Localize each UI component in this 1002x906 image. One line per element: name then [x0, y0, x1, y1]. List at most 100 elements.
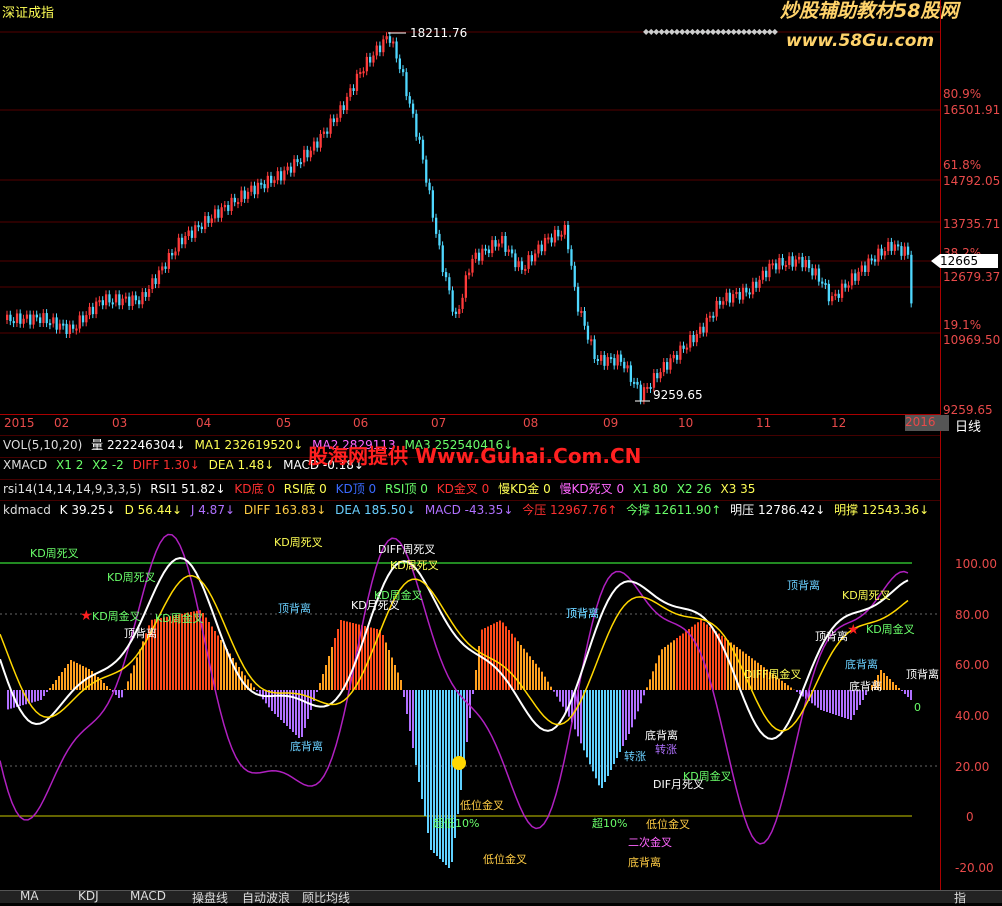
rsi-name: rsi14(14,14,14,9,3,3,5): [3, 482, 141, 496]
macd-bar: [397, 673, 399, 691]
candle-body: [890, 242, 892, 251]
macd-bar: [406, 690, 408, 714]
macd-bar: [619, 690, 621, 752]
tab-guppy-ma[interactable]: 顾比均线: [296, 889, 356, 906]
macd-bar: [373, 628, 375, 690]
candle-body: [775, 263, 777, 269]
ind-axis-label: 0: [966, 810, 974, 824]
candle-body: [148, 289, 150, 297]
candle-body: [389, 36, 391, 43]
tab-ma[interactable]: MA: [14, 889, 45, 903]
candle-body: [758, 280, 760, 288]
candle-body: [32, 315, 34, 325]
macd-bar: [316, 690, 318, 692]
candle-body: [108, 294, 110, 302]
macd-bar: [823, 690, 825, 711]
candlestick-chart[interactable]: [0, 0, 1002, 414]
macd-bar: [901, 690, 903, 691]
date-selected-year[interactable]: 2016: [905, 415, 949, 431]
macd-bar: [535, 664, 537, 690]
macd-bar: [379, 630, 381, 690]
macd-bar: [796, 690, 798, 692]
macd-bar: [526, 653, 528, 691]
macd-bar: [832, 690, 834, 714]
candle-body: [290, 167, 292, 173]
candle-body: [607, 357, 609, 366]
macd-bar: [628, 690, 630, 734]
signal-label: 顶背离: [787, 577, 820, 593]
tab-auto-wave[interactable]: 自动波浪: [236, 889, 296, 906]
macd-bar: [466, 690, 468, 742]
tab-macd[interactable]: MACD: [124, 889, 172, 903]
candle-body: [633, 382, 635, 384]
macd-bar: [835, 690, 837, 715]
macd-bar: [385, 643, 387, 691]
candle-body: [702, 327, 704, 333]
macd-bar: [895, 685, 897, 690]
macd-bar: [343, 621, 345, 690]
macd-bar: [550, 687, 552, 690]
macd-bar: [667, 645, 669, 690]
macd-bar: [502, 623, 504, 691]
candle-body: [841, 284, 843, 298]
macd-bar: [403, 690, 405, 697]
candle-body: [838, 294, 840, 298]
candle-body: [531, 255, 533, 261]
signal-label: 超低10%: [433, 815, 479, 831]
macd-bar: [214, 631, 216, 690]
candle-body: [56, 317, 58, 329]
macd-bar: [547, 682, 549, 690]
macd-bar: [418, 690, 420, 782]
tab-index[interactable]: 指: [948, 889, 972, 906]
price-axis-label: 12679.37: [943, 270, 1000, 284]
candle-body: [699, 327, 701, 334]
candle-body: [844, 284, 846, 288]
candle-body: [343, 105, 345, 110]
macd-bar: [115, 690, 117, 695]
candle-body: [326, 132, 328, 134]
candle-body: [448, 277, 450, 290]
macd-bar: [685, 631, 687, 690]
macd-bar: [601, 690, 603, 788]
macd-bar: [673, 640, 675, 690]
macd-bar: [352, 623, 354, 690]
candle-body: [900, 246, 902, 256]
period-selector[interactable]: 日线: [955, 416, 981, 435]
macd-bar: [649, 679, 651, 690]
signal-label: 转涨: [624, 748, 646, 764]
macd-bar: [280, 690, 282, 720]
candle-body: [42, 313, 44, 323]
macd-bar: [34, 690, 36, 702]
candle-body: [151, 278, 153, 289]
macd-bar: [100, 680, 102, 690]
macd-bar: [538, 668, 540, 691]
macd-bar: [337, 629, 339, 690]
candle-body: [52, 317, 54, 323]
candle-body: [263, 184, 265, 188]
macd-bar: [394, 665, 396, 690]
macd-bar: [445, 690, 447, 865]
candle-body: [422, 140, 424, 160]
candle-body: [815, 269, 817, 276]
macd-bar: [559, 690, 561, 702]
macd-bar: [331, 647, 333, 690]
candle-body: [653, 373, 655, 388]
macd-bar: [904, 690, 906, 694]
candle-body: [574, 266, 576, 287]
macd-bar: [52, 684, 54, 690]
tab-operation-line[interactable]: 操盘线: [186, 889, 234, 906]
macd-bar: [121, 690, 123, 697]
signal-label: KD周死叉: [30, 545, 79, 561]
candle-body: [19, 313, 21, 323]
candle-body: [62, 324, 64, 326]
price-axis-label: 61.8%: [943, 158, 981, 172]
bottom-tab-bar: MA KDJ MACD 操盘线 自动波浪 顾比均线 指: [0, 890, 1002, 903]
candle-body: [722, 301, 724, 304]
xmacd-x2: X2 -2: [92, 458, 124, 472]
candle-body: [267, 176, 269, 188]
tab-kdj[interactable]: KDJ: [72, 889, 105, 903]
macd-bar: [64, 668, 66, 690]
macd-bar: [499, 621, 501, 691]
macd-bar: [598, 690, 600, 785]
candle-body: [237, 202, 239, 204]
